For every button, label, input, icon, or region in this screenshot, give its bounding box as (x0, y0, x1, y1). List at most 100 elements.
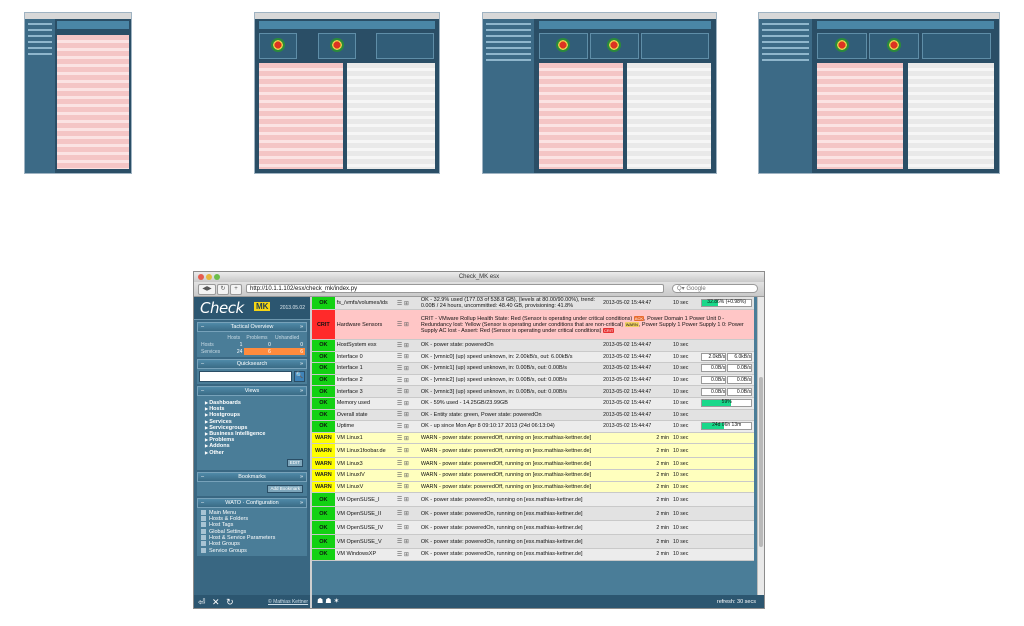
graph-icon[interactable]: ⊞ (404, 539, 409, 545)
graph-icon[interactable]: ⊞ (404, 424, 409, 430)
perf-o-meter[interactable] (699, 506, 754, 522)
service-name[interactable]: VM LinuxIV (334, 469, 395, 482)
close-snapin-icon[interactable]: » (300, 323, 303, 331)
service-row[interactable]: WARN VM LinuxIV ☰ ⊞ WARN - power state: pow… (312, 469, 754, 482)
close-snapin-icon[interactable]: » (300, 499, 303, 507)
service-name[interactable]: Interface 3 (334, 385, 395, 398)
menu-icon[interactable]: ☰ (397, 461, 402, 467)
menu-icon[interactable]: ☰ (397, 401, 402, 407)
statusbar-icons[interactable]: ☗ ☗ ✶ (317, 597, 339, 605)
service-action-icons[interactable]: ☰ ⊞ (394, 457, 419, 470)
service-action-icons[interactable]: ☰ ⊞ (394, 548, 419, 561)
perf-o-meter[interactable] (699, 409, 754, 422)
service-action-icons[interactable]: ☰ ⊞ (394, 443, 419, 459)
minimize-window-icon[interactable] (206, 274, 212, 280)
copyright-link[interactable]: © Mathias Kettner (268, 599, 308, 605)
service-action-icons[interactable]: ☰ ⊞ (394, 385, 419, 398)
service-name[interactable]: HostSystem esx (334, 339, 395, 352)
thumbnail-3[interactable] (482, 12, 717, 174)
service-action-icons[interactable]: ☰ ⊞ (394, 492, 419, 508)
service-row[interactable]: OK VM OpenSUSE_IV ☰ ⊞ OK - power state: pow… (312, 520, 754, 536)
perf-o-meter[interactable] (699, 339, 754, 352)
service-name[interactable]: VM LinuxV (334, 481, 395, 494)
perf-o-meter[interactable] (699, 492, 754, 508)
minimize-icon[interactable]: – (201, 323, 204, 331)
service-row[interactable]: OK VM OpenSUSE_V ☰ ⊞ OK - power state: powe… (312, 534, 754, 550)
snapin-header-views[interactable]: – Views » (197, 386, 307, 396)
service-row[interactable]: OK HostSystem esx ☰ ⊞ OK - power state: pow… (312, 339, 754, 352)
service-row[interactable]: OK VM OpenSUSE_I ☰ ⊞ OK - power state: powe… (312, 492, 754, 508)
perf-o-meter[interactable]: 0.0B/s 0.0B/s (699, 385, 754, 398)
minimize-icon[interactable]: – (201, 499, 204, 507)
service-action-icons[interactable]: ☰ ⊞ (394, 297, 419, 310)
service-row[interactable]: OK VM WindowsXP ☰ ⊞ OK - power state: power… (312, 548, 754, 561)
menu-icon[interactable]: ☰ (397, 389, 402, 395)
scrollbar-thumb[interactable] (759, 377, 763, 547)
snapin-header-bookmarks[interactable]: – Bookmarks » (197, 471, 307, 482)
menu-icon[interactable]: ☰ (397, 322, 402, 328)
service-action-icons[interactable]: ☰ ⊞ (394, 420, 419, 433)
service-row[interactable]: WARN VM Linux1 ☰ ⊞ WARN - power state: powe… (312, 432, 754, 445)
graph-icon[interactable]: ⊞ (404, 473, 409, 479)
service-row[interactable]: WARN VM Linux1foobar.de ☰ ⊞ WARN - power st… (312, 443, 754, 459)
service-name[interactable]: Overall state (334, 409, 395, 422)
graph-icon[interactable]: ⊞ (404, 552, 409, 558)
graph-icon[interactable]: ⊞ (404, 511, 409, 517)
service-row[interactable]: OK VM OpenSUSE_II ☰ ⊞ OK - power state: pow… (312, 506, 754, 522)
service-row[interactable]: OK Interface 2 ☰ ⊞ OK - [vmnic2] (up) speed… (312, 374, 754, 387)
graph-icon[interactable]: ⊞ (404, 461, 409, 467)
service-action-icons[interactable]: ☰ ⊞ (394, 397, 419, 410)
zoom-window-icon[interactable] (214, 274, 220, 280)
service-name[interactable]: Uptime (334, 420, 395, 433)
perf-o-meter[interactable]: 24d 06h 13m (699, 420, 754, 433)
sidebar-footer-icons[interactable]: ⏎ ✕ ↻ (198, 597, 236, 608)
perf-o-meter[interactable] (699, 457, 754, 470)
service-action-icons[interactable]: ☰ ⊞ (394, 506, 419, 522)
graph-icon[interactable]: ⊞ (404, 412, 409, 418)
graph-icon[interactable]: ⊞ (404, 401, 409, 407)
services-unhandled[interactable]: 6 (272, 348, 305, 355)
menu-icon[interactable]: ☰ (397, 552, 402, 558)
service-name[interactable]: Interface 2 (334, 374, 395, 387)
graph-icon[interactable]: ⊞ (404, 343, 409, 349)
menu-icon[interactable]: ☰ (397, 343, 402, 349)
service-action-icons[interactable]: ☰ ⊞ (394, 362, 419, 375)
web-search-input[interactable]: Q▾ Google (672, 284, 758, 293)
quicksearch-input[interactable] (199, 371, 292, 382)
add-tab-button[interactable]: + (230, 284, 242, 295)
service-row[interactable]: OK Uptime ☰ ⊞ OK - up since Mon Apr 8 09:10… (312, 420, 754, 433)
graph-icon[interactable]: ⊞ (404, 448, 409, 454)
menu-icon[interactable]: ☰ (397, 448, 402, 454)
perf-o-meter[interactable] (699, 432, 754, 445)
graph-icon[interactable]: ⊞ (404, 525, 409, 531)
service-name[interactable]: VM OpenSUSE_I (334, 492, 395, 508)
perf-o-meter[interactable] (699, 443, 754, 459)
service-name[interactable]: VM Linux3 (334, 457, 395, 470)
graph-icon[interactable]: ⊞ (404, 366, 409, 372)
menu-icon[interactable]: ☰ (397, 525, 402, 531)
menu-icon[interactable]: ☰ (397, 484, 402, 490)
service-action-icons[interactable]: ☰ ⊞ (394, 481, 419, 494)
service-name[interactable]: VM WindowsXP (334, 548, 395, 561)
service-row[interactable]: OK Memory used ☰ ⊞ OK - 59% used - 14.25GB/… (312, 397, 754, 410)
service-name[interactable]: Interface 1 (334, 362, 395, 375)
service-row[interactable]: OK Interface 3 ☰ ⊞ OK - [vmnic3] (up) speed… (312, 385, 754, 398)
services-total[interactable]: 24 (225, 348, 244, 355)
menu-icon[interactable]: ☰ (397, 354, 402, 360)
graph-icon[interactable]: ⊞ (404, 497, 409, 503)
scrollbar[interactable] (757, 297, 764, 595)
service-row[interactable]: CRIT Hardware Sensors ☰ ⊞ CRIT - VMware Rol… (312, 309, 754, 340)
service-name[interactable]: VM OpenSUSE_IV (334, 520, 395, 536)
thumbnail-4[interactable] (758, 12, 1000, 174)
service-row[interactable]: WARN VM Linux3 ☰ ⊞ WARN - power state: powe… (312, 457, 754, 470)
perf-o-meter[interactable]: 2.0kB/s 6.0kB/s (699, 351, 754, 364)
graph-icon[interactable]: ⊞ (404, 484, 409, 490)
service-row[interactable]: OK Interface 0 ☰ ⊞ OK - [vmnic0] (up) speed… (312, 351, 754, 364)
hosts-problems[interactable]: 0 (244, 341, 273, 348)
checkmk-logo[interactable]: Check MK 2013.05.02 (194, 297, 310, 320)
graph-icon[interactable]: ⊞ (404, 389, 409, 395)
perf-o-meter[interactable]: 32.86% (+0.98%) (699, 297, 754, 310)
menu-icon[interactable]: ☰ (397, 497, 402, 503)
menu-icon[interactable]: ☰ (397, 473, 402, 479)
views-item-other[interactable]: Other (205, 450, 299, 456)
